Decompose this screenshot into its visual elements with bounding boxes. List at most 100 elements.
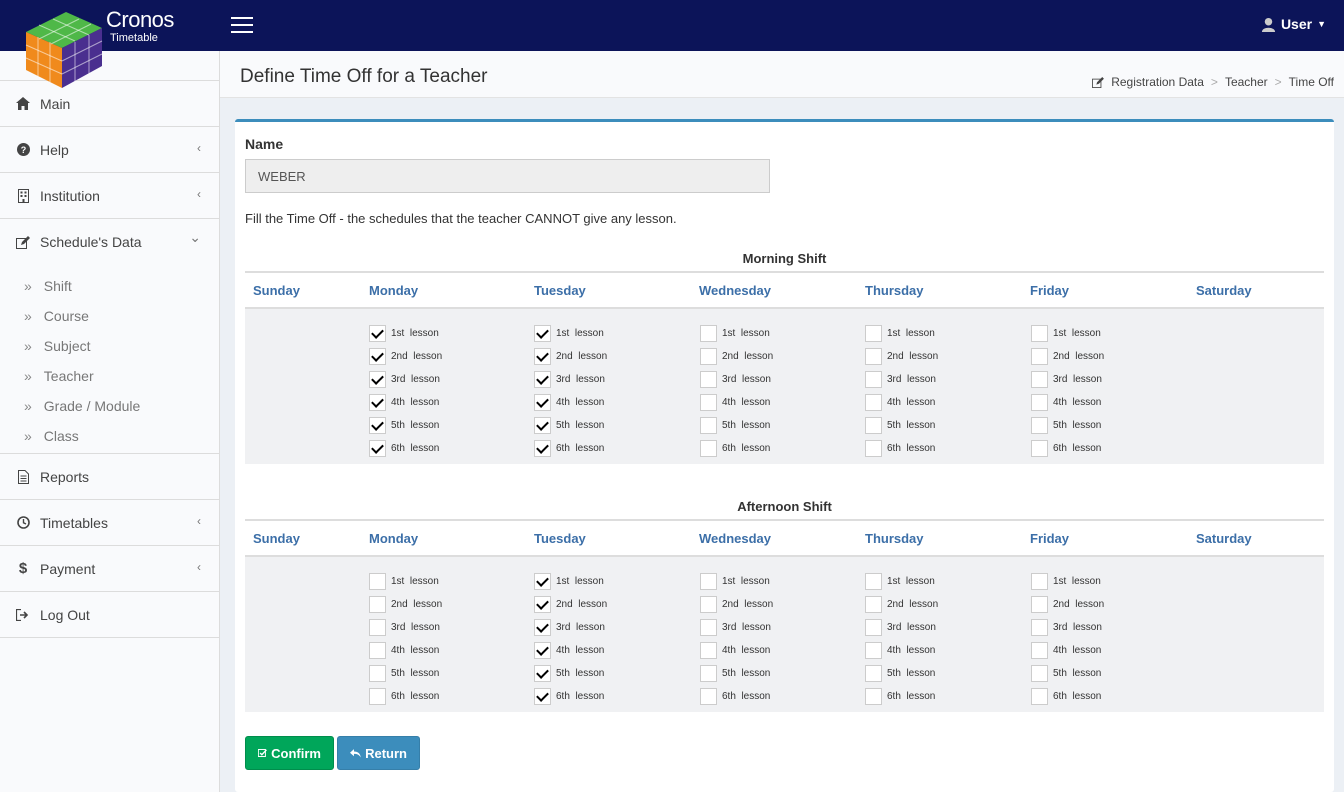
- lesson-checkbox[interactable]: [534, 665, 551, 682]
- lesson-checkbox[interactable]: [369, 417, 386, 434]
- lesson-checkbox[interactable]: [1031, 440, 1048, 457]
- submenu-item-teacher[interactable]: » Teacher: [0, 361, 219, 391]
- lesson-checkbox[interactable]: [1031, 394, 1048, 411]
- lesson-checkbox[interactable]: [1031, 417, 1048, 434]
- sidebar-item-payment[interactable]: $ Payment ‹: [0, 546, 219, 592]
- lesson-checkbox[interactable]: [865, 325, 882, 342]
- lesson-checkbox[interactable]: [369, 596, 386, 613]
- lesson-checkbox[interactable]: [700, 688, 717, 705]
- lesson-checkbox[interactable]: [865, 417, 882, 434]
- lesson-checkbox[interactable]: [865, 440, 882, 457]
- lesson-checkbox[interactable]: [700, 596, 717, 613]
- page-title: Define Time Off for a Teacher: [240, 66, 488, 87]
- day-header-wednesday: Wednesday: [699, 282, 772, 298]
- lesson-checkbox[interactable]: [865, 573, 882, 590]
- sidebar-item-reports[interactable]: Reports: [0, 454, 219, 500]
- lesson-checkbox[interactable]: [534, 348, 551, 365]
- lesson-checkbox[interactable]: [865, 665, 882, 682]
- lesson-checkbox[interactable]: [1031, 642, 1048, 659]
- submenu-item-subject[interactable]: » Subject: [0, 331, 219, 361]
- lesson-checkbox[interactable]: [700, 348, 717, 365]
- lesson-checkbox[interactable]: [865, 371, 882, 388]
- reply-icon: [350, 748, 361, 757]
- lesson-checkbox[interactable]: [369, 371, 386, 388]
- return-button[interactable]: Return: [337, 736, 420, 770]
- lesson-checkbox[interactable]: [700, 440, 717, 457]
- lesson-checkbox[interactable]: [865, 619, 882, 636]
- lesson-checkbox[interactable]: [1031, 688, 1048, 705]
- lesson-checkbox[interactable]: [369, 688, 386, 705]
- lesson-checkbox[interactable]: [369, 325, 386, 342]
- lesson-checkbox[interactable]: [700, 665, 717, 682]
- lesson-checkbox[interactable]: [534, 596, 551, 613]
- lesson-checkbox[interactable]: [700, 417, 717, 434]
- lesson-checkbox[interactable]: [534, 688, 551, 705]
- submenu-item-course[interactable]: » Course: [0, 301, 219, 331]
- sidebar-item-timetables[interactable]: Timetables ‹: [0, 500, 219, 546]
- lesson-checkbox[interactable]: [369, 394, 386, 411]
- lesson-option: 6th lesson: [534, 685, 607, 708]
- lesson-checkbox[interactable]: [1031, 619, 1048, 636]
- sidebar-item-institution[interactable]: Institution ‹: [0, 173, 219, 219]
- lesson-label: 4th lesson: [722, 397, 771, 408]
- name-field[interactable]: [245, 159, 770, 193]
- user-menu[interactable]: User ▼: [1261, 16, 1326, 32]
- lesson-checkbox[interactable]: [700, 573, 717, 590]
- submenu-item-shift[interactable]: » Shift: [0, 271, 219, 301]
- lesson-checkbox[interactable]: [700, 642, 717, 659]
- lesson-checkbox[interactable]: [865, 688, 882, 705]
- lesson-checkbox[interactable]: [1031, 596, 1048, 613]
- lesson-checkbox[interactable]: [1031, 371, 1048, 388]
- lesson-checkbox[interactable]: [369, 665, 386, 682]
- lesson-checkbox[interactable]: [1031, 573, 1048, 590]
- breadcrumb-teacher[interactable]: Teacher: [1225, 75, 1268, 89]
- lesson-checkbox[interactable]: [1031, 348, 1048, 365]
- lesson-checkbox[interactable]: [865, 348, 882, 365]
- lesson-option: 2nd lesson: [534, 345, 607, 368]
- lesson-checkbox[interactable]: [369, 348, 386, 365]
- lesson-label: 6th lesson: [1053, 443, 1102, 454]
- lesson-checkbox[interactable]: [534, 440, 551, 457]
- lesson-checkbox[interactable]: [534, 573, 551, 590]
- lesson-checkbox[interactable]: [700, 325, 717, 342]
- submenu-item-grade-module[interactable]: » Grade / Module: [0, 391, 219, 421]
- lesson-label: 2nd lesson: [887, 351, 939, 362]
- lesson-checkbox[interactable]: [865, 394, 882, 411]
- app-logo[interactable]: Cronos Timetable: [0, 0, 220, 88]
- lesson-checkbox[interactable]: [700, 371, 717, 388]
- lesson-checkbox[interactable]: [534, 417, 551, 434]
- lesson-option: 1st lesson: [700, 570, 773, 593]
- lesson-checkbox[interactable]: [369, 619, 386, 636]
- lesson-checkbox[interactable]: [865, 596, 882, 613]
- lesson-label: 1st lesson: [887, 328, 935, 339]
- lesson-option: 2nd lesson: [700, 593, 773, 616]
- lesson-checkbox[interactable]: [534, 642, 551, 659]
- sidebar-item-help[interactable]: ? Help ‹: [0, 127, 219, 173]
- lesson-option: 4th lesson: [700, 639, 773, 662]
- lesson-column-wednesday: 1st lesson 2nd lesson 3rd lesson 4th lesson…: [700, 322, 773, 460]
- lesson-option: 3rd lesson: [369, 368, 442, 391]
- lesson-checkbox[interactable]: [369, 642, 386, 659]
- lesson-checkbox[interactable]: [534, 325, 551, 342]
- lesson-checkbox[interactable]: [865, 642, 882, 659]
- lesson-checkbox[interactable]: [700, 619, 717, 636]
- submenu-item-class[interactable]: » Class: [0, 421, 219, 451]
- hamburger-menu-icon[interactable]: [231, 17, 253, 33]
- lesson-label: 1st lesson: [722, 328, 770, 339]
- lesson-checkbox[interactable]: [534, 394, 551, 411]
- sidebar-item-log-out[interactable]: Log Out: [0, 592, 219, 638]
- lesson-checkbox[interactable]: [700, 394, 717, 411]
- lesson-option: 1st lesson: [1031, 570, 1104, 593]
- lesson-checkbox[interactable]: [534, 619, 551, 636]
- submenu-item-label: Subject: [43, 338, 91, 354]
- lesson-checkbox[interactable]: [1031, 325, 1048, 342]
- lesson-checkbox[interactable]: [369, 440, 386, 457]
- breadcrumb-registration-data[interactable]: Registration Data: [1111, 75, 1204, 89]
- lesson-label: 1st lesson: [556, 328, 604, 339]
- lesson-checkbox[interactable]: [1031, 665, 1048, 682]
- confirm-button[interactable]: Confirm: [245, 736, 334, 770]
- lesson-checkbox[interactable]: [534, 371, 551, 388]
- lesson-checkbox[interactable]: [369, 573, 386, 590]
- breadcrumb-time-off: Time Off: [1288, 75, 1334, 89]
- sidebar-item-schedules-data[interactable]: Schedule's Data ⌄: [0, 219, 219, 265]
